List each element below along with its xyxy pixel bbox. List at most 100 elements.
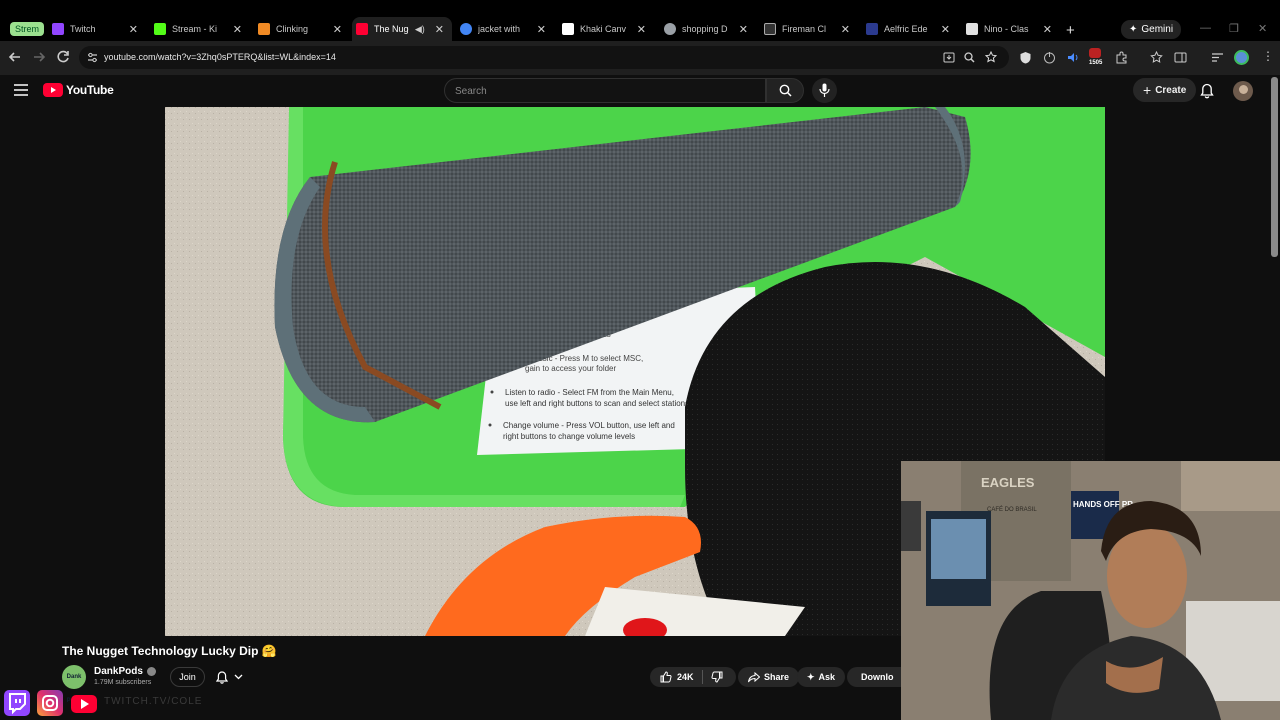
close-tab-icon[interactable]: ✕	[739, 23, 748, 36]
channel-avatar[interactable]: Dank Pods	[62, 665, 86, 704]
new-tab-plus-icon[interactable]: +	[1066, 22, 1075, 39]
window-close-icon[interactable]: ✕	[1258, 22, 1267, 35]
join-button[interactable]: Join	[170, 667, 205, 687]
ask-button[interactable]: ✦ Ask	[797, 667, 846, 687]
profile-avatar-icon[interactable]	[1234, 50, 1249, 65]
manual-line: Change volume - Press VOL button, use le…	[503, 421, 675, 430]
browser-tab-kick[interactable]: Stream - Ki ✕	[150, 17, 250, 41]
zoom-icon[interactable]	[964, 52, 975, 63]
subscriber-count: 1.79M subscribers	[94, 679, 152, 686]
tab-group-label[interactable]: Strem	[10, 22, 45, 36]
search-input[interactable]: Search	[444, 78, 766, 103]
browser-tab-fireman[interactable]: Fireman Cl ✕	[760, 17, 858, 41]
youtube-play-logo-icon	[43, 83, 63, 97]
browser-tab-twitch[interactable]: Twitch ✕	[48, 17, 146, 41]
youtube-masthead: YouTube Search + Create	[0, 75, 1280, 107]
share-label: Share	[764, 672, 790, 682]
voice-search-button[interactable]	[812, 78, 837, 103]
url-text: youtube.com/watch?v=3Zhq0sPTERQ&list=WL&…	[104, 52, 336, 62]
tab-title: The Nugge	[374, 24, 409, 34]
browser-tab-clinking[interactable]: Clinking ✕	[254, 17, 350, 41]
channel-name: DankPods	[94, 666, 143, 677]
page-favicon-icon	[966, 23, 978, 35]
audio-extension-icon[interactable]	[1066, 51, 1079, 64]
streamer-webcam-overlay: EAGLES HANDS OFF PR CAFÉ DO BRASIL	[901, 461, 1280, 720]
install-app-icon[interactable]	[943, 52, 955, 63]
close-tab-icon[interactable]: ✕	[537, 23, 546, 36]
chevron-down-icon	[234, 674, 243, 680]
divider	[701, 670, 703, 684]
download-button[interactable]: Downlo	[847, 667, 901, 687]
browser-tab-shopping[interactable]: shopping D ✕	[660, 17, 756, 41]
browser-tab-aelfric[interactable]: Aelfric Ede ✕	[862, 17, 958, 41]
poster-eagles-text: EAGLES	[981, 475, 1035, 490]
close-tab-icon[interactable]: ✕	[941, 23, 950, 36]
reload-icon[interactable]	[55, 49, 71, 65]
search-placeholder: Search	[455, 86, 487, 97]
maximize-icon[interactable]: ❐	[1229, 22, 1239, 35]
instagram-logo-icon	[37, 690, 63, 716]
browser-tab-strip: Strem Twitch ✕ Stream - Ki ✕ Clinking ✕ …	[0, 0, 1280, 41]
page-favicon-icon	[562, 23, 574, 35]
google-favicon-icon	[460, 23, 472, 35]
tab-title: Aelfric Ede	[884, 24, 928, 34]
manual-line: gain to access your folder	[525, 364, 616, 373]
tab-title: Stream - Ki	[172, 24, 218, 34]
close-tab-icon[interactable]: ✕	[233, 23, 242, 36]
extension-with-badge[interactable]: 1505	[1089, 48, 1105, 68]
notifications-bell-icon[interactable]	[1200, 83, 1214, 99]
hamburger-menu-icon[interactable]	[14, 84, 28, 96]
tab-search-icon[interactable]	[1211, 51, 1224, 64]
search-button[interactable]	[766, 78, 804, 103]
browser-tab-google[interactable]: jacket with ✕	[456, 17, 554, 41]
youtube-logo[interactable]: YouTube	[43, 83, 114, 97]
like-button[interactable]: 24K	[660, 671, 694, 683]
browser-tab-youtube-active[interactable]: The Nugge ◀) ✕	[352, 17, 452, 41]
like-dislike-group: 24K	[650, 667, 736, 687]
tab-title: Khaki Canv	[580, 24, 627, 34]
youtube-wordmark: YouTube	[66, 83, 114, 97]
bookmark-star-icon[interactable]	[985, 51, 997, 63]
create-button[interactable]: + Create	[1133, 78, 1197, 102]
minimize-icon[interactable]: —	[1200, 22, 1211, 34]
address-bar[interactable]: youtube.com/watch?v=3Zhq0sPTERQ&list=WL&…	[79, 46, 1009, 69]
speaker-audio-icon[interactable]: ◀)	[415, 24, 425, 35]
download-label: Downlo	[861, 672, 894, 682]
back-arrow-icon[interactable]	[7, 49, 23, 65]
forward-arrow-icon[interactable]	[31, 49, 47, 65]
subscription-notification-button[interactable]	[210, 667, 254, 687]
channel-name-link[interactable]: DankPods	[94, 666, 156, 677]
close-tab-icon[interactable]: ✕	[637, 23, 646, 36]
gemini-label: Gemini	[1141, 24, 1174, 35]
browser-toolbar: youtube.com/watch?v=3Zhq0sPTERQ&list=WL&…	[0, 41, 1280, 75]
kick-favicon-icon	[154, 23, 166, 35]
plus-icon: +	[1143, 82, 1152, 98]
browser-tab-nino[interactable]: Nino - Clas ✕	[962, 17, 1060, 41]
overlay-ticker-text: TWITCH.TV/COLE	[104, 696, 203, 707]
thumbs-down-icon[interactable]	[710, 671, 723, 683]
close-tab-icon[interactable]: ✕	[129, 23, 138, 36]
account-avatar[interactable]	[1233, 81, 1253, 101]
site-info-icon[interactable]	[87, 52, 98, 63]
ask-label: Ask	[818, 672, 836, 682]
manual-line: right buttons to change volume levels	[503, 432, 635, 441]
close-tab-icon[interactable]: ✕	[333, 23, 342, 36]
close-tab-icon[interactable]: ✕	[841, 23, 850, 36]
browser-tab-khaki[interactable]: Khaki Canv ✕	[558, 17, 654, 41]
extension-shield-icon[interactable]	[1019, 51, 1032, 64]
tab-title: jacket with	[478, 24, 521, 34]
share-button[interactable]: Share	[738, 667, 800, 687]
tab-title: shopping D	[682, 24, 728, 34]
page-scrollbar[interactable]	[1271, 77, 1278, 257]
extensions-puzzle-icon[interactable]	[1115, 51, 1128, 64]
side-panel-icon[interactable]	[1174, 51, 1187, 64]
close-tab-icon[interactable]: ✕	[435, 23, 444, 36]
gemini-button[interactable]: ✦ Gemini	[1121, 20, 1182, 39]
extension-badge-count: 1505	[1089, 60, 1103, 66]
tab-title: Twitch	[70, 24, 96, 34]
power-extension-icon[interactable]	[1043, 51, 1056, 64]
sparkle-icon: ✦	[807, 671, 815, 682]
browser-menu-dots-icon[interactable]: ⋮	[1262, 49, 1274, 63]
close-tab-icon[interactable]: ✕	[1043, 23, 1052, 36]
bookmarks-icon[interactable]	[1150, 51, 1163, 64]
